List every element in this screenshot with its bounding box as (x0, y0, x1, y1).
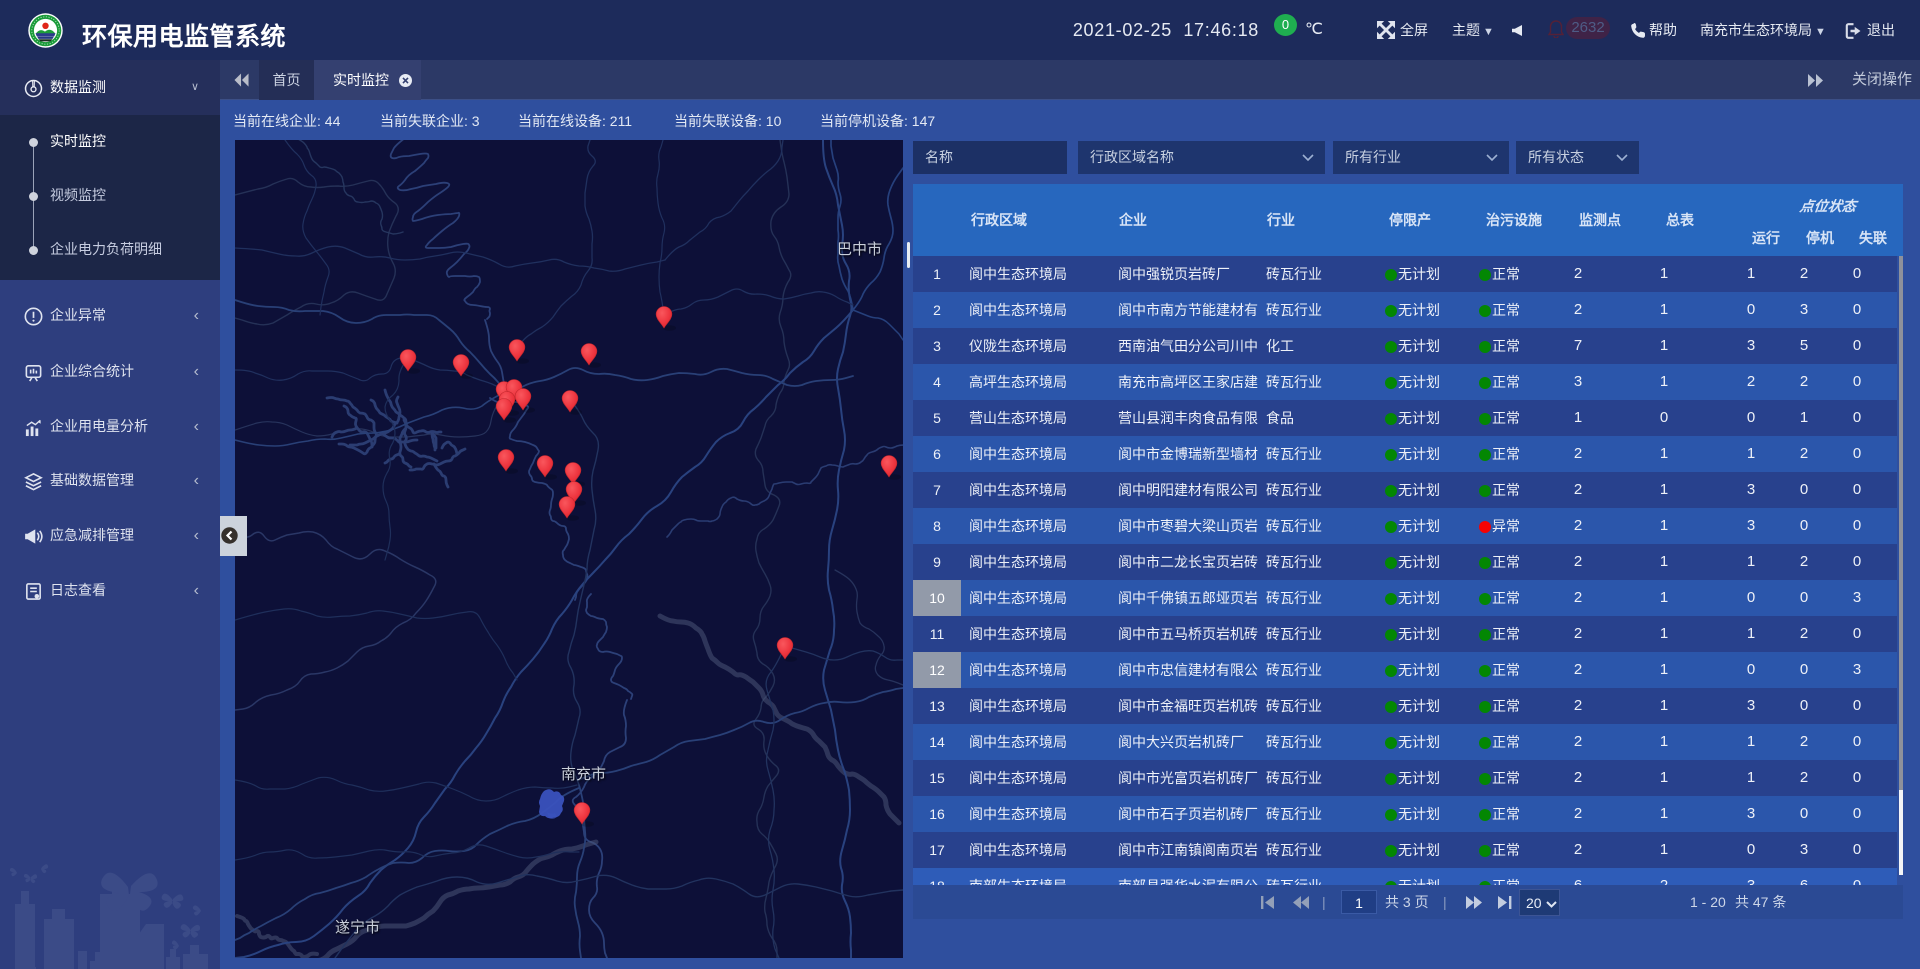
svg-text:遂宁市: 遂宁市 (335, 919, 380, 936)
svg-text:巴中市: 巴中市 (837, 241, 882, 258)
svg-text:南充市: 南充市 (561, 766, 606, 783)
